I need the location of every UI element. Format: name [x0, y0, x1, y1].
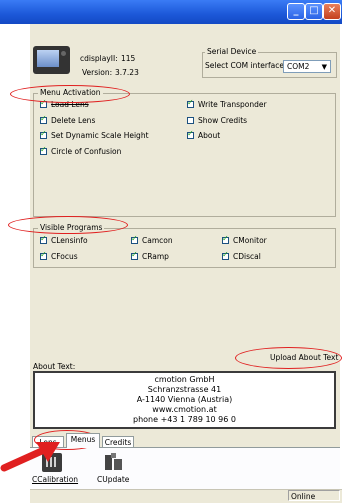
com-interface-value: COM2 [287, 62, 310, 71]
checkbox-icon [187, 117, 194, 124]
about-label: About [198, 131, 221, 140]
maximize-button[interactable]: □ [305, 3, 323, 20]
annotation-ellipse-menu-activation [10, 85, 130, 103]
serial-device-title: Serial Device [205, 47, 259, 56]
cmonitor-label: CMonitor [233, 236, 267, 245]
checkbox-icon [40, 234, 47, 244]
annotation-ellipse-visible-programs [8, 216, 128, 234]
dynamic-scale-checkbox[interactable]: Set Dynamic Scale Height [40, 129, 149, 140]
checkbox-icon [40, 145, 47, 155]
checkbox-icon [40, 250, 47, 260]
cramp-checkbox[interactable]: CRamp [131, 250, 169, 261]
cmonitor-checkbox[interactable]: CMonitor [222, 234, 267, 245]
checkbox-icon [187, 129, 194, 139]
device-icon [33, 46, 70, 74]
app-name-value: 115 [121, 54, 136, 63]
write-transponder-checkbox[interactable]: Write Transponder [187, 98, 267, 109]
clensinfo-checkbox[interactable]: CLensinfo [40, 234, 88, 245]
visible-programs-group [33, 228, 336, 268]
com-interface-select[interactable]: COM2 ▼ [283, 60, 331, 73]
com-interface-label: Select COM interface: [205, 61, 287, 70]
status-online: Online [288, 490, 340, 501]
cramp-label: CRamp [142, 252, 169, 261]
version-value: 3.7.23 [115, 68, 139, 77]
checkbox-icon [131, 250, 138, 260]
app-name-label: cdisplayII: [80, 54, 118, 63]
delete-lens-checkbox[interactable]: Delete Lens [40, 114, 96, 125]
circle-of-confusion-label: Circle of Confusion [51, 147, 122, 156]
delete-lens-label: Delete Lens [51, 116, 96, 125]
show-credits-checkbox[interactable]: Show Credits [187, 116, 247, 125]
about-text-label: About Text: [33, 362, 76, 371]
close-icon: ✕ [327, 5, 337, 16]
checkbox-icon [131, 234, 138, 244]
update-icon [103, 453, 123, 472]
close-button[interactable]: ✕ [323, 3, 341, 20]
about-checkbox[interactable]: About [187, 129, 221, 140]
minimize-icon: _ [293, 5, 299, 16]
cfocus-checkbox[interactable]: CFocus [40, 250, 78, 261]
window-titlebar[interactable]: _ □ ✕ [0, 0, 342, 24]
checkbox-icon [222, 250, 229, 260]
cdiscal-label: CDiscal [233, 252, 261, 261]
cdiscal-checkbox[interactable]: CDiscal [222, 250, 261, 261]
circle-of-confusion-checkbox[interactable]: Circle of Confusion [40, 145, 122, 156]
about-line: cmotion GmbH [154, 375, 215, 384]
about-text-box[interactable]: cmotion GmbH Schranzstrasse 41 A-1140 Vi… [33, 371, 336, 429]
annotation-ellipse-upload [235, 347, 342, 369]
checkbox-icon [40, 129, 47, 139]
tab-menus[interactable]: Menus [66, 433, 100, 448]
cupdate-button[interactable]: CUpdate [92, 452, 136, 486]
cupdate-label: CUpdate [97, 475, 130, 484]
write-transponder-label: Write Transponder [198, 100, 267, 109]
maximize-icon: □ [309, 5, 319, 16]
ccalibration-label: CCalibration [32, 475, 79, 484]
chevron-down-icon: ▼ [321, 63, 327, 71]
about-line: www.cmotion.at [152, 405, 217, 414]
clensinfo-label: CLensinfo [51, 236, 88, 245]
about-line: phone +43 1 789 10 96 0 [133, 415, 236, 424]
checkbox-icon [40, 114, 47, 124]
annotation-arrow-icon [0, 442, 60, 472]
checkbox-icon [222, 234, 229, 244]
version-label: Version: [82, 68, 113, 77]
about-line: A-1140 Vienna (Austria) [136, 395, 233, 404]
cfocus-label: CFocus [51, 252, 78, 261]
about-line: Schranzstrasse 41 [147, 385, 222, 394]
camcon-label: Camcon [142, 236, 173, 245]
camcon-checkbox[interactable]: Camcon [131, 234, 173, 245]
dynamic-scale-label: Set Dynamic Scale Height [51, 131, 149, 140]
checkbox-icon [187, 98, 194, 108]
show-credits-label: Show Credits [198, 116, 248, 125]
minimize-button[interactable]: _ [287, 3, 305, 20]
